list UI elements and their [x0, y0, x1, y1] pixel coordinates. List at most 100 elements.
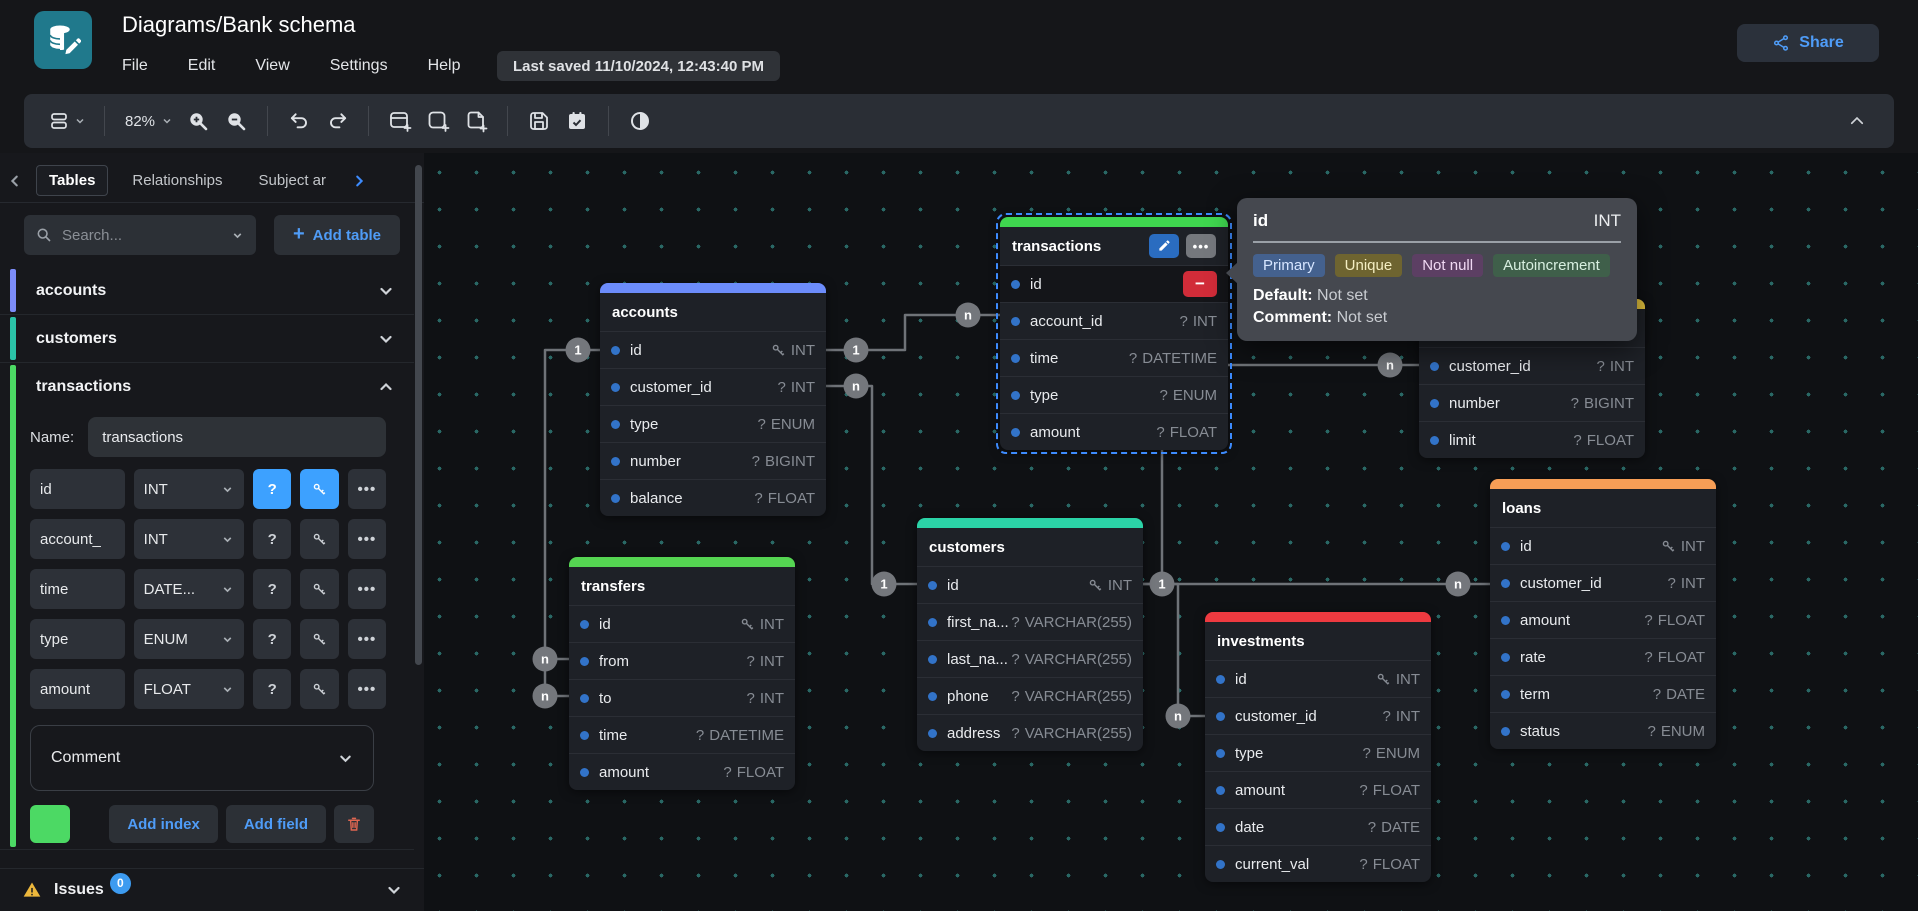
delete-field-button[interactable]: −: [1183, 271, 1217, 297]
sidebar-scrollbar[interactable]: [415, 165, 422, 665]
sidebar-item-transactions[interactable]: transactions: [0, 363, 414, 411]
theme-contrast-button[interactable]: [621, 102, 659, 140]
table-field-row[interactable]: amount?FLOAT: [1205, 771, 1431, 808]
table-field-row[interactable]: customer_id?INT: [1205, 697, 1431, 734]
field-type-select[interactable]: ENUM: [134, 619, 244, 659]
collapse-toolbar-button[interactable]: [1838, 102, 1876, 140]
nullable-toggle[interactable]: ?: [253, 619, 291, 659]
save-button[interactable]: [520, 102, 558, 140]
share-button[interactable]: Share: [1737, 24, 1879, 62]
menu-edit[interactable]: Edit: [188, 57, 216, 75]
field-name-button[interactable]: amount: [30, 669, 125, 709]
nullable-toggle[interactable]: ?: [253, 569, 291, 609]
nullable-toggle[interactable]: ?: [253, 669, 291, 709]
canvas-table-investments[interactable]: investmentsidINTcustomer_id?INTtype?ENUM…: [1205, 612, 1431, 882]
field-more-button[interactable]: •••: [348, 469, 386, 509]
primary-key-toggle[interactable]: [300, 569, 338, 609]
primary-key-toggle[interactable]: [300, 669, 338, 709]
table-field-row[interactable]: date?DATE: [1205, 808, 1431, 845]
menu-help[interactable]: Help: [428, 57, 461, 75]
table-field-row[interactable]: idINT: [600, 331, 826, 368]
field-name-button[interactable]: type: [30, 619, 125, 659]
table-field-row[interactable]: customer_id?INT: [600, 368, 826, 405]
table-field-row[interactable]: type?ENUM: [600, 405, 826, 442]
table-name-input[interactable]: [88, 417, 386, 457]
field-type-select[interactable]: INT: [134, 469, 244, 509]
table-field-row[interactable]: number?BIGINT: [1419, 384, 1645, 421]
table-field-row[interactable]: balance?FLOAT: [600, 479, 826, 516]
table-field-row[interactable]: status?ENUM: [1490, 712, 1716, 749]
add-table-button-toolbar[interactable]: [381, 102, 419, 140]
search-input[interactable]: Search...: [24, 215, 256, 255]
issues-bar[interactable]: Issues 0: [0, 868, 424, 911]
table-field-row[interactable]: current_val?FLOAT: [1205, 845, 1431, 882]
tabs-scroll-right-icon[interactable]: [344, 174, 374, 188]
add-area-button[interactable]: [419, 102, 457, 140]
table-field-row[interactable]: number?BIGINT: [600, 442, 826, 479]
table-field-row[interactable]: account_id?INT: [1000, 302, 1228, 339]
tabs-scroll-left-icon[interactable]: [0, 174, 30, 188]
field-name-button[interactable]: id: [30, 469, 125, 509]
redo-button[interactable]: [318, 102, 356, 140]
field-more-button[interactable]: •••: [348, 519, 386, 559]
table-field-row[interactable]: customer_id?INT: [1490, 564, 1716, 601]
table-field-row[interactable]: time?DATETIME: [569, 716, 795, 753]
zoom-level-dropdown[interactable]: 82%: [117, 102, 179, 140]
menu-view[interactable]: View: [255, 57, 289, 75]
sidebar-item-customers[interactable]: customers: [0, 315, 414, 363]
table-field-row[interactable]: idINT: [1490, 527, 1716, 564]
primary-key-toggle[interactable]: [300, 619, 338, 659]
table-field-row[interactable]: last_na...?VARCHAR(255): [917, 640, 1143, 677]
add-table-button[interactable]: + Add table: [274, 215, 400, 255]
table-field-row[interactable]: address?VARCHAR(255): [917, 714, 1143, 751]
primary-key-toggle[interactable]: [300, 469, 338, 509]
table-field-row[interactable]: customer_id?INT: [1419, 347, 1645, 384]
add-field-button[interactable]: Add field: [226, 805, 326, 843]
field-type-select[interactable]: FLOAT: [134, 669, 244, 709]
diagram-layout-button[interactable]: [42, 102, 92, 140]
table-field-row[interactable]: type?ENUM: [1205, 734, 1431, 771]
delete-table-button[interactable]: [334, 805, 374, 843]
relationship-line[interactable]: [826, 386, 917, 584]
field-name-button[interactable]: time: [30, 569, 125, 609]
todo-button[interactable]: [558, 102, 596, 140]
table-field-row[interactable]: idINT: [569, 605, 795, 642]
zoom-in-button[interactable]: [179, 102, 217, 140]
comment-collapse[interactable]: Comment: [30, 725, 374, 791]
table-field-row[interactable]: idINT: [917, 566, 1143, 603]
table-field-row[interactable]: type?ENUM: [1000, 376, 1228, 413]
table-field-row[interactable]: limit?FLOAT: [1419, 421, 1645, 458]
table-field-row[interactable]: time?DATETIME: [1000, 339, 1228, 376]
field-more-button[interactable]: •••: [348, 569, 386, 609]
tab-tables[interactable]: Tables: [36, 165, 108, 196]
undo-button[interactable]: [280, 102, 318, 140]
nullable-toggle[interactable]: ?: [253, 469, 291, 509]
field-name-button[interactable]: account_: [30, 519, 125, 559]
canvas-table-transfers[interactable]: transfersidINTfrom?INTto?INTtime?DATETIM…: [569, 557, 795, 790]
table-field-row[interactable]: amount?FLOAT: [1490, 601, 1716, 638]
table-field-row[interactable]: idINT: [1205, 660, 1431, 697]
add-note-button[interactable]: [457, 102, 495, 140]
table-menu-button[interactable]: •••: [1186, 234, 1216, 258]
table-field-row[interactable]: amount?FLOAT: [1000, 413, 1228, 450]
tab-relationships[interactable]: Relationships: [120, 166, 234, 195]
nullable-toggle[interactable]: ?: [253, 519, 291, 559]
table-field-row[interactable]: phone?VARCHAR(255): [917, 677, 1143, 714]
menu-file[interactable]: File: [122, 57, 148, 75]
table-field-row[interactable]: to?INT: [569, 679, 795, 716]
zoom-out-button[interactable]: [217, 102, 255, 140]
menu-settings[interactable]: Settings: [330, 57, 388, 75]
canvas-table-accounts[interactable]: accountsidINTcustomer_id?INTtype?ENUMnum…: [600, 283, 826, 516]
relationship-line[interactable]: [1143, 584, 1205, 716]
table-field-row[interactable]: amount?FLOAT: [569, 753, 795, 790]
sidebar-item-accounts[interactable]: accounts: [0, 267, 414, 315]
canvas-table-customers[interactable]: customersidINTfirst_na...?VARCHAR(255)la…: [917, 518, 1143, 751]
table-field-row[interactable]: from?INT: [569, 642, 795, 679]
add-index-button[interactable]: Add index: [109, 805, 218, 843]
field-more-button[interactable]: •••: [348, 619, 386, 659]
field-type-select[interactable]: DATE...: [134, 569, 244, 609]
tab-subject-areas[interactable]: Subject ar: [246, 166, 338, 195]
app-logo[interactable]: [34, 11, 92, 69]
field-type-select[interactable]: INT: [134, 519, 244, 559]
field-more-button[interactable]: •••: [348, 669, 386, 709]
